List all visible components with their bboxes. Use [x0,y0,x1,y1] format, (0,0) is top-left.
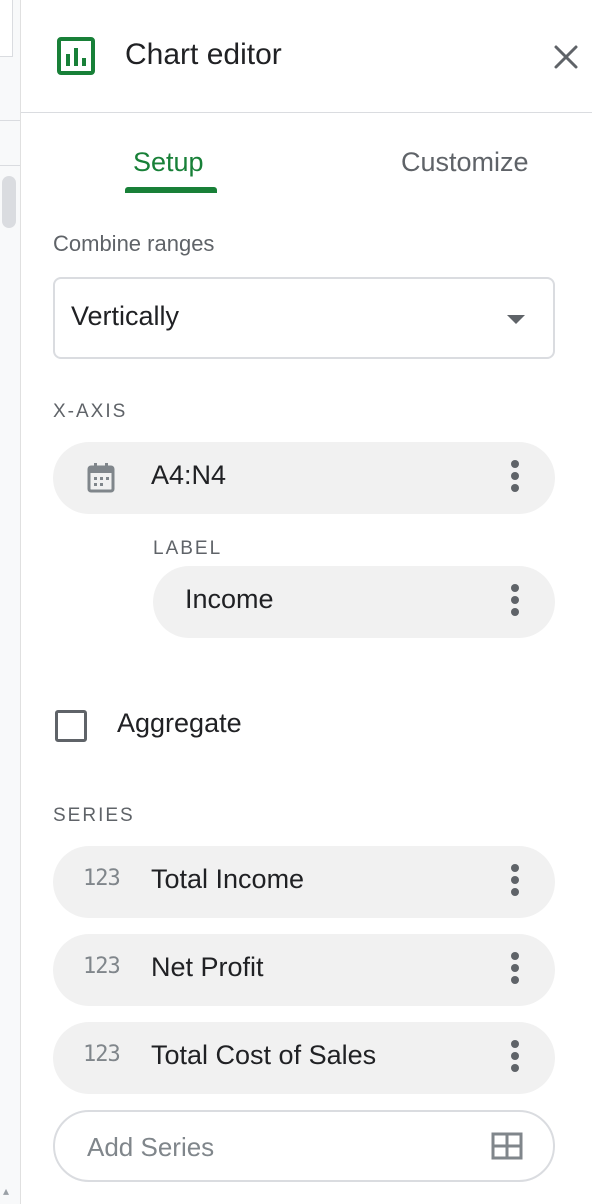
tab-setup[interactable]: Setup [133,140,204,184]
panel-header: Chart editor [21,0,592,113]
series-name: Total Cost of Sales [151,1040,377,1070]
chart-editor-panel: Chart editor Setup Customize Combine ran… [20,0,592,1204]
series-chip[interactable]: 123 Total Cost of Sales [53,1022,555,1094]
calendar-icon [87,463,115,493]
dropdown-caret-icon [507,315,525,324]
x-axis-label-chip[interactable]: Income [153,566,555,638]
x-axis-label-text: Income [185,584,274,614]
more-vert-icon[interactable] [511,460,519,496]
series-name: Net Profit [151,952,264,982]
more-vert-icon[interactable] [511,864,519,900]
sheet-row-divider [0,165,20,166]
close-icon[interactable] [549,40,583,74]
aggregate-checkbox[interactable] [55,710,87,742]
x-axis-label-heading: LABEL [153,538,223,559]
tab-customize[interactable]: Customize [401,140,529,184]
number-type-icon: 123 [83,954,121,979]
series-chip[interactable]: 123 Total Income [53,846,555,918]
scroll-up-arrow-icon[interactable]: ▴ [3,1184,9,1198]
sheet-cell [0,0,13,57]
active-tab-indicator [125,187,217,193]
more-vert-icon[interactable] [511,1040,519,1076]
more-vert-icon[interactable] [511,584,519,620]
add-series-label: Add Series [87,1132,215,1162]
series-section-label: SERIES [53,805,135,826]
number-type-icon: 123 [83,866,121,891]
add-series-button[interactable]: Add Series [53,1110,555,1182]
chart-icon [57,37,95,75]
panel-title: Chart editor [125,38,282,71]
combine-ranges-value: Vertically [71,301,180,331]
combine-ranges-label: Combine ranges [53,231,215,256]
spreadsheet-background: ▴ [0,0,20,1204]
x-axis-section-label: X-AXIS [53,401,128,422]
number-type-icon: 123 [83,1042,121,1067]
aggregate-label: Aggregate [117,708,242,738]
series-name: Total Income [151,864,305,894]
more-vert-icon[interactable] [511,952,519,988]
sheet-row-divider [0,120,20,121]
series-chip[interactable]: 123 Net Profit [53,934,555,1006]
combine-ranges-select[interactable]: Vertically [53,277,555,359]
grid-select-icon [491,1132,523,1160]
x-axis-range-chip[interactable]: A4:N4 [53,442,555,514]
sheet-scrollbar[interactable] [2,176,16,228]
x-axis-range-text: A4:N4 [151,460,227,490]
